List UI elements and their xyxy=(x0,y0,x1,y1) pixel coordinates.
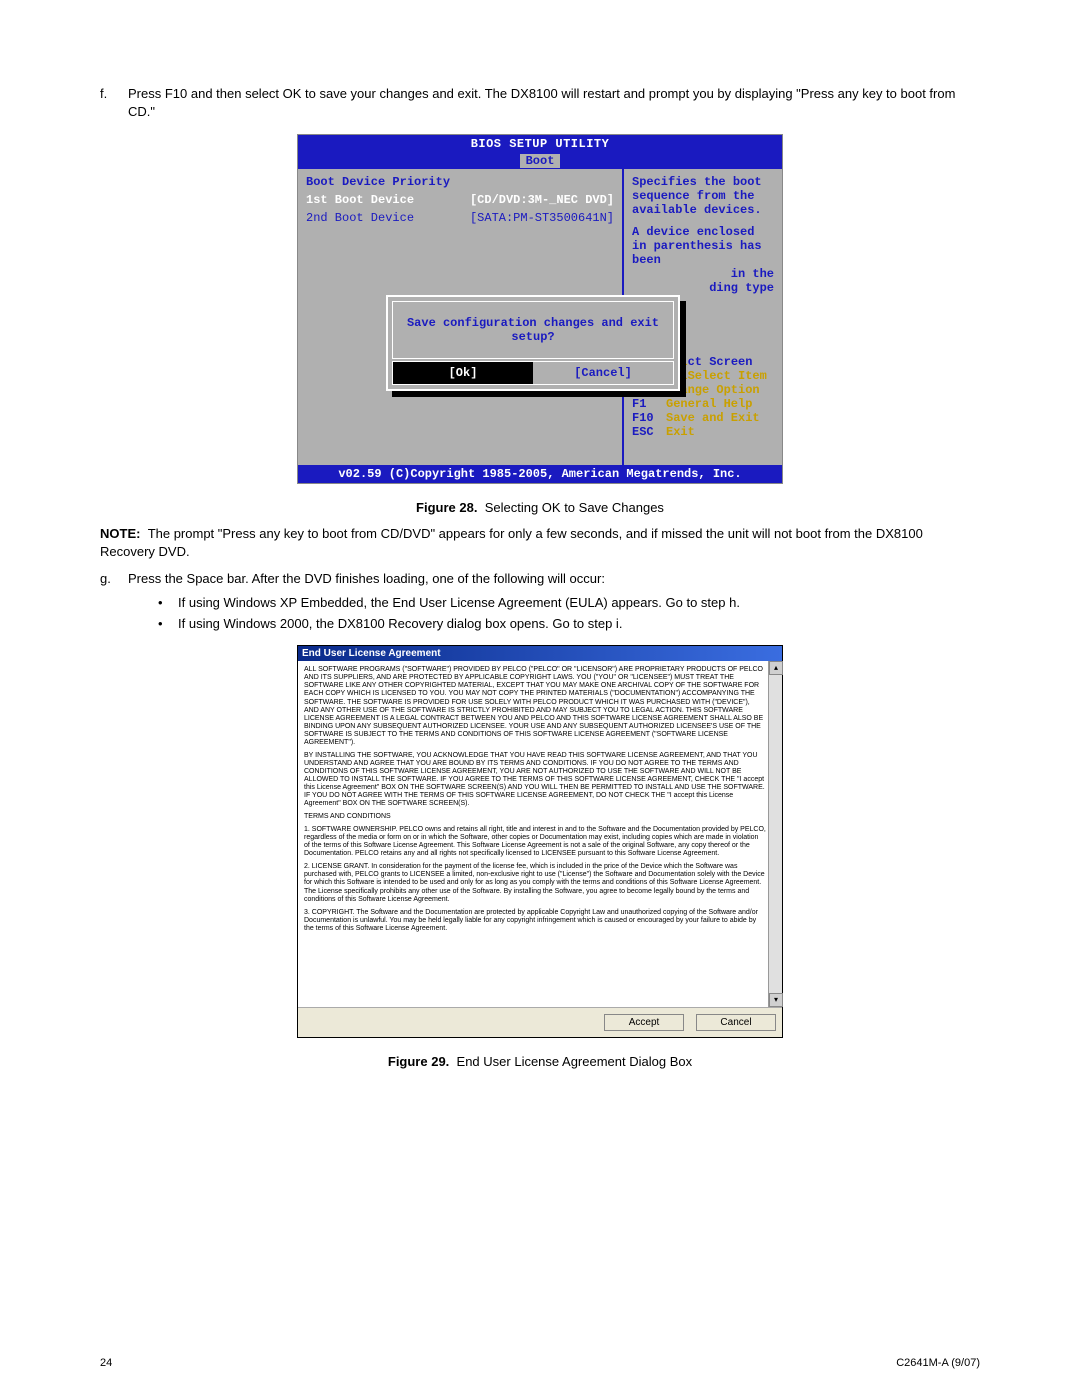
bios-help-text3b: ding type xyxy=(632,281,774,295)
bios-key-select-item: Select Item xyxy=(688,369,767,383)
bios-help-text2: A device enclosed in parenthesis has bee… xyxy=(632,225,774,267)
bios-dialog-msg: Save configuration changes and exit setu… xyxy=(392,301,674,359)
bios-help-text3a: in the xyxy=(632,267,774,281)
step-f-letter: f. xyxy=(100,85,128,120)
bios-1st-value: [CD/DVD:3M-_NEC DVD] xyxy=(470,193,614,207)
bios-key-f1: F1 xyxy=(632,397,666,411)
scroll-down-icon[interactable]: ▾ xyxy=(769,993,783,1007)
bios-key-save: Save and Exit xyxy=(666,411,760,425)
bios-tabbar: Boot xyxy=(298,153,782,169)
eula-para-2: BY INSTALLING THE SOFTWARE, YOU ACKNOWLE… xyxy=(304,752,766,808)
bios-row-1st-boot: 1st Boot Device [CD/DVD:3M-_NEC DVD] xyxy=(306,193,614,207)
step-g-b2-text: If using Windows 2000, the DX8100 Recove… xyxy=(178,615,622,633)
figure-28-caption: Figure 28. Selecting OK to Save Changes xyxy=(100,500,980,515)
bios-help-text1: Specifies the boot sequence from the ava… xyxy=(632,175,774,217)
eula-para-4: 1. SOFTWARE OWNERSHIP. PELCO owns and re… xyxy=(304,826,766,858)
step-g: g. Press the Space bar. After the DVD fi… xyxy=(100,570,980,637)
figure-29-text: End User License Agreement Dialog Box xyxy=(457,1054,693,1069)
eula-titlebar: End User License Agreement xyxy=(298,646,782,662)
step-g-bullet-1: • If using Windows XP Embedded, the End … xyxy=(158,594,980,612)
figure-28-text: Selecting OK to Save Changes xyxy=(485,500,664,515)
bios-key-f10: F10 xyxy=(632,411,666,425)
eula-para-5: 2. LICENSE GRANT. In consideration for t… xyxy=(304,863,766,903)
bios-dialog-ok[interactable]: [Ok] xyxy=(393,362,533,384)
step-g-text: Press the Space bar. After the DVD finis… xyxy=(128,570,980,588)
eula-para-3: TERMS AND CONDITIONS xyxy=(304,813,766,821)
step-g-bullet-2: • If using Windows 2000, the DX8100 Reco… xyxy=(158,615,980,633)
eula-accept-button[interactable]: Accept xyxy=(604,1014,684,1031)
step-f-text: Press F10 and then select OK to save you… xyxy=(128,85,980,120)
bios-key-change: Change Option xyxy=(666,383,760,397)
figure-29-label: Figure 29. xyxy=(388,1054,449,1069)
eula-para-1: ALL SOFTWARE PROGRAMS ("SOFTWARE") PROVI… xyxy=(304,666,766,746)
step-g-letter: g. xyxy=(100,570,128,637)
step-f: f. Press F10 and then select OK to save … xyxy=(100,85,980,120)
bios-key-exit: Exit xyxy=(666,425,695,439)
note-label: NOTE: xyxy=(100,526,140,541)
bios-dialog-cancel[interactable]: [Cancel] xyxy=(533,362,673,384)
bullet-icon: • xyxy=(158,615,178,633)
bios-title: BIOS SETUP UTILITY xyxy=(298,135,782,153)
note-block: NOTE: The prompt "Press any key to boot … xyxy=(100,525,980,560)
bios-row-2nd-boot: 2nd Boot Device [SATA:PM-ST3500641N] xyxy=(306,211,614,225)
bios-boot-priority-heading: Boot Device Priority xyxy=(306,175,614,189)
note-text: The prompt "Press any key to boot from C… xyxy=(100,526,923,559)
doc-id: C2641M-A (9/07) xyxy=(896,1357,980,1369)
bios-2nd-value: [SATA:PM-ST3500641N] xyxy=(470,211,614,225)
eula-scrollbar[interactable]: ▴ ▾ xyxy=(768,661,782,1007)
bios-key-help: General Help xyxy=(666,397,752,411)
step-g-b1-text: If using Windows XP Embedded, the End Us… xyxy=(178,594,740,612)
figure-29-caption: Figure 29. End User License Agreement Di… xyxy=(100,1054,980,1069)
eula-figure: End User License Agreement ALL SOFTWARE … xyxy=(297,645,783,1039)
page-footer: 24 C2641M-A (9/07) xyxy=(100,1357,980,1369)
bios-figure: BIOS SETUP UTILITY Boot Boot Device Prio… xyxy=(297,134,783,484)
eula-body: ALL SOFTWARE PROGRAMS ("SOFTWARE") PROVI… xyxy=(298,661,782,1007)
bios-1st-label: 1st Boot Device xyxy=(306,193,414,207)
bios-key-esc: ESC xyxy=(632,425,666,439)
scroll-up-icon[interactable]: ▴ xyxy=(769,661,783,675)
figure-28-label: Figure 28. xyxy=(416,500,477,515)
eula-footer: Accept Cancel xyxy=(298,1007,782,1037)
bullet-icon: • xyxy=(158,594,178,612)
bios-save-dialog: Save configuration changes and exit setu… xyxy=(386,295,680,391)
eula-cancel-button[interactable]: Cancel xyxy=(696,1014,776,1031)
bios-tab-boot: Boot xyxy=(520,154,561,168)
bios-footer: v02.59 (C)Copyright 1985-2005, American … xyxy=(298,465,782,483)
eula-para-6: 3. COPYRIGHT. The Software and the Docum… xyxy=(304,909,766,933)
page-number: 24 xyxy=(100,1357,112,1369)
bios-2nd-label: 2nd Boot Device xyxy=(306,211,414,225)
